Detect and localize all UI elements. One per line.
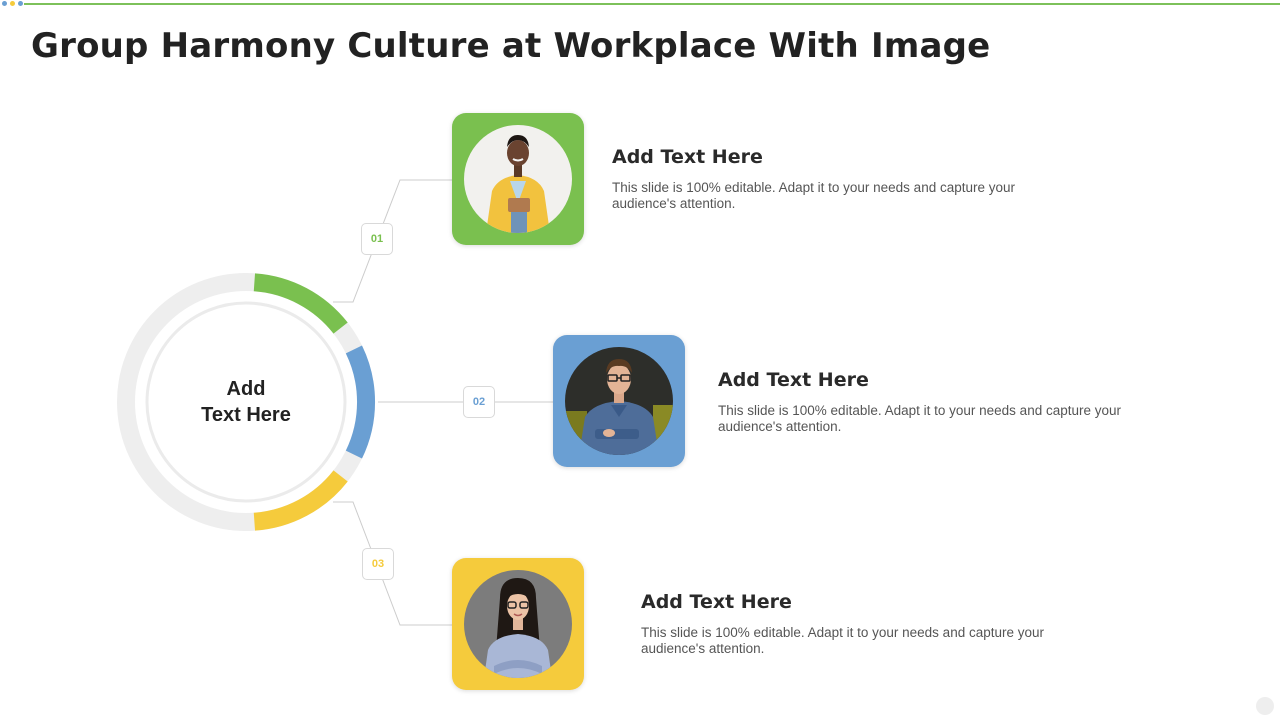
center-label-line2: Text Here	[201, 404, 291, 426]
step-number-03: 03	[362, 548, 394, 580]
step-number-01: 01	[361, 223, 393, 255]
photo-tile-02	[553, 335, 685, 467]
arc-segment-02	[345, 345, 376, 459]
photo-tile-01	[452, 113, 584, 245]
photo-tile-03	[452, 558, 584, 690]
woman-with-tablet-photo	[464, 125, 572, 233]
item-heading: Add Text Here	[718, 369, 869, 391]
woman-with-glasses-photo	[464, 570, 572, 678]
corner-decoration	[1256, 697, 1274, 715]
item-description: This slide is 100% editable. Adapt it to…	[641, 625, 1044, 656]
item-text-03: Add Text Here This slide is 100% editabl…	[641, 591, 1081, 657]
item-text-02: Add Text Here This slide is 100% editabl…	[718, 369, 1158, 435]
item-heading: Add Text Here	[641, 591, 792, 613]
item-description: This slide is 100% editable. Adapt it to…	[612, 180, 1015, 211]
center-label-line1: Add	[226, 378, 266, 400]
center-label: Add Text Here	[176, 376, 316, 428]
item-heading: Add Text Here	[612, 146, 763, 168]
man-with-glasses-photo	[565, 347, 673, 455]
item-description: This slide is 100% editable. Adapt it to…	[718, 403, 1121, 434]
step-number-02: 02	[463, 386, 495, 418]
item-text-01: Add Text Here This slide is 100% editabl…	[612, 146, 1052, 212]
